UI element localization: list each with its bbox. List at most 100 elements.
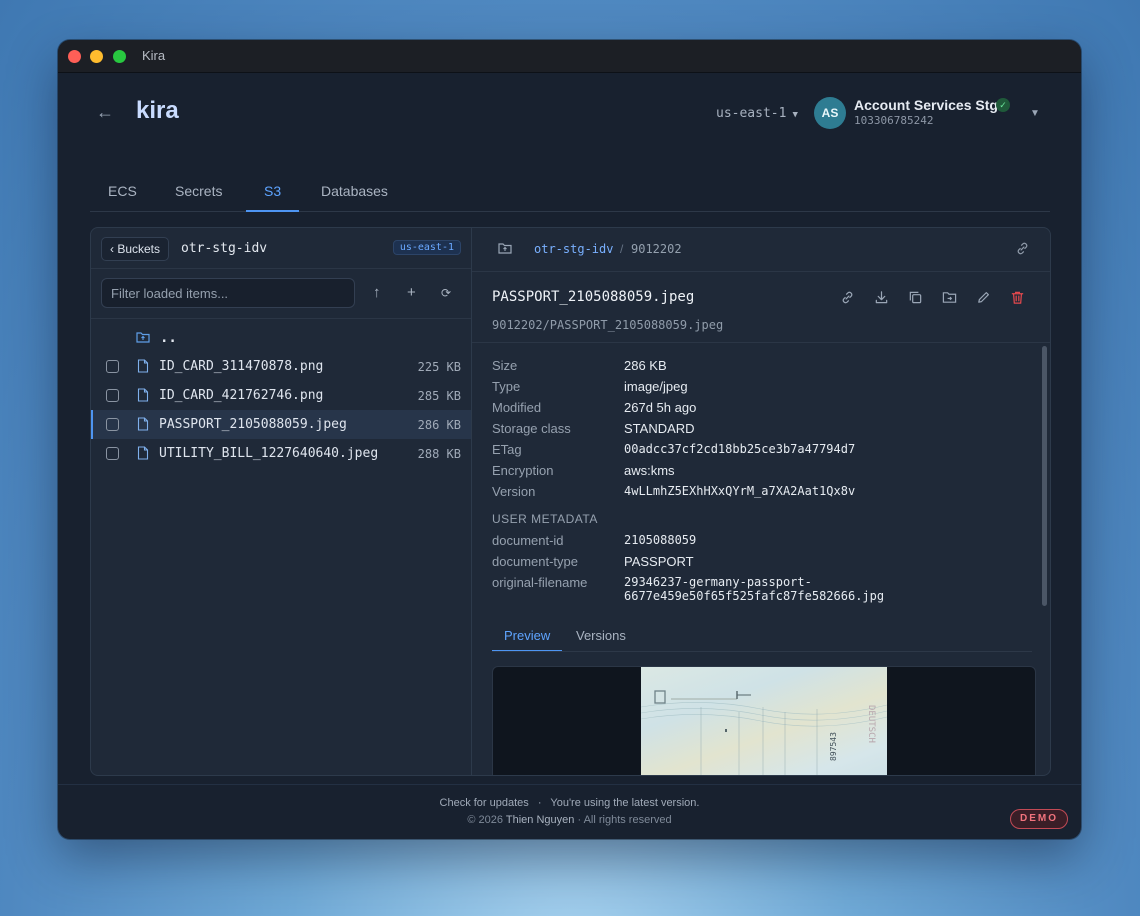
file-icon [137,359,149,373]
back-arrow-icon[interactable]: ← [96,102,114,123]
buckets-back-button[interactable]: ‹ Buckets [101,237,170,261]
app-window: Kira ← kira us-east-1 ▼ AS Account Servic… [58,40,1081,839]
file-name: ID_CARD_311470878.png [159,359,324,374]
account-avatar[interactable]: AS [814,97,846,129]
row-checkbox[interactable] [106,389,119,402]
metadata-key: ETag [492,442,522,457]
parent-folder-row[interactable]: .. [91,328,471,350]
divider [91,268,471,269]
file-size: 285 KB [417,389,461,403]
svg-text:DEUTSCH: DEUTSCH [866,705,876,743]
image-preview: DEUTSCH 897543 [492,666,1036,775]
user-metadata-row: document-type PASSPORT [492,554,1012,572]
copyright-suffix: · All rights reserved [577,814,672,826]
tab-preview[interactable]: Preview [492,628,563,652]
copy-icon[interactable] [908,290,923,305]
file-icon [137,446,149,460]
title-bar: Kira [58,40,1081,73]
zoom-window-button[interactable] [113,50,126,63]
minimize-window-button[interactable] [90,50,103,63]
tab-databases[interactable]: Databases [303,183,406,210]
bucket-region-badge: us-east-1 [392,240,461,255]
row-checkbox[interactable] [106,418,119,431]
metadata-row-etag: ETag 00adcc37cf2cd18bb25ce3b7a47794d7 [492,442,1012,460]
tab-s3[interactable]: S3 [246,183,300,212]
file-row[interactable]: UTILITY_BILL_1227640640.jpeg 288 KB [91,439,471,468]
s3-browser-panel: ‹ Buckets otr-stg-idv us-east-1 ↑ + ⟳ ..… [90,227,1051,776]
passport-image: DEUTSCH 897543 [641,667,887,775]
object-list-pane: ‹ Buckets otr-stg-idv us-east-1 ↑ + ⟳ ..… [91,228,472,775]
metadata-value[interactable]: 4wLLmhZ5EXhHXxQYrM_a7XA2Aat1Qx8v [624,484,855,498]
folder-up-icon [136,332,150,343]
account-id: 103306785242 [854,114,934,127]
file-size: 288 KB [417,447,461,461]
app-brand: kira [136,97,179,124]
row-checkbox[interactable] [106,360,119,373]
metadata-row-version: Version 4wLLmhZ5EXhHXxQYrM_a7XA2Aat1Qx8v [492,484,1012,502]
metadata-key: Version [492,484,536,499]
tab-versions[interactable]: Versions [564,628,638,650]
user-metadata-heading: USER METADATA [492,512,598,526]
window-title: Kira [142,48,166,63]
divider [472,271,1050,272]
object-path: 9012202/PASSPORT_2105088059.jpeg [492,318,724,332]
parent-folder-label: .. [160,330,177,346]
region-select[interactable]: us-east-1 ▼ [716,106,798,121]
close-window-button[interactable] [68,50,81,63]
detail-scrollbar[interactable] [1042,346,1047,606]
metadata-row-encryption: Encryption aws:kms [492,463,1012,481]
check-updates-link[interactable]: Check for updates [440,797,529,809]
region-select-value: us-east-1 [716,106,787,121]
metadata-key: Modified [492,400,542,415]
breadcrumb-bucket[interactable]: otr-stg-idv [534,242,613,256]
file-icon [137,388,149,402]
edit-pencil-icon[interactable] [976,290,991,305]
file-name: ID_CARD_421762746.png [159,388,324,403]
metadata-key: original-filename [492,575,588,590]
user-metadata-row: original-filename 29346237-germany-passp… [492,575,1012,611]
copyright-line: © 2026 Thien Nguyen · All rights reserve… [58,814,1081,826]
download-icon[interactable] [874,290,889,305]
file-size: 225 KB [417,360,461,374]
metadata-row-storage-class: Storage class STANDARD [492,421,1012,439]
metadata-value[interactable]: 00adcc37cf2cd18bb25ce3b7a47794d7 [624,442,855,456]
copy-link-icon[interactable] [840,290,855,305]
divider [472,342,1050,343]
file-row[interactable]: ID_CARD_311470878.png 225 KB [91,352,471,381]
delete-trash-icon[interactable] [1010,290,1025,305]
add-icon[interactable]: + [407,284,416,301]
account-menu-chevron-icon[interactable]: ▼ [1030,108,1040,119]
metadata-value: aws:kms [624,463,675,478]
folder-up-icon[interactable] [498,242,512,254]
metadata-key: document-type [492,554,578,569]
breadcrumb-prefix[interactable]: 9012202 [631,242,682,256]
metadata-value: PASSPORT [624,554,694,569]
file-row[interactable]: ID_CARD_421762746.png 285 KB [91,381,471,410]
demo-badge: DEMO [1010,809,1068,829]
breadcrumb-separator: / [620,242,624,256]
passport-serial: 897543 [829,732,838,761]
filter-input[interactable] [101,278,355,308]
update-status-text: You're using the latest version. [550,797,700,809]
file-row-selected[interactable]: PASSPORT_2105088059.jpeg 286 KB [91,410,471,439]
tab-ecs[interactable]: ECS [90,183,155,210]
file-size: 286 KB [417,418,461,432]
tab-secrets[interactable]: Secrets [157,183,240,210]
row-checkbox[interactable] [106,447,119,460]
upload-icon[interactable]: ↑ [373,284,381,301]
metadata-key: Type [492,379,521,394]
copy-link-icon[interactable] [1015,241,1030,256]
divider [492,651,1032,652]
metadata-value: image/jpeg [624,379,688,394]
metadata-value: 267d 5h ago [624,400,697,415]
account-name[interactable]: Account Services Stg [854,97,998,113]
metadata-key: document-id [492,533,564,548]
object-detail-pane: otr-stg-idv / 9012202 PASSPORT_210508805… [472,228,1050,775]
metadata-value: 286 KB [624,358,667,373]
refresh-icon[interactable]: ⟳ [441,286,451,300]
metadata-key: Encryption [492,463,554,478]
metadata-key: Storage class [492,421,571,436]
move-to-folder-icon[interactable] [942,290,957,305]
metadata-row-type: Type image/jpeg [492,379,1012,397]
file-name: UTILITY_BILL_1227640640.jpeg [159,446,379,461]
